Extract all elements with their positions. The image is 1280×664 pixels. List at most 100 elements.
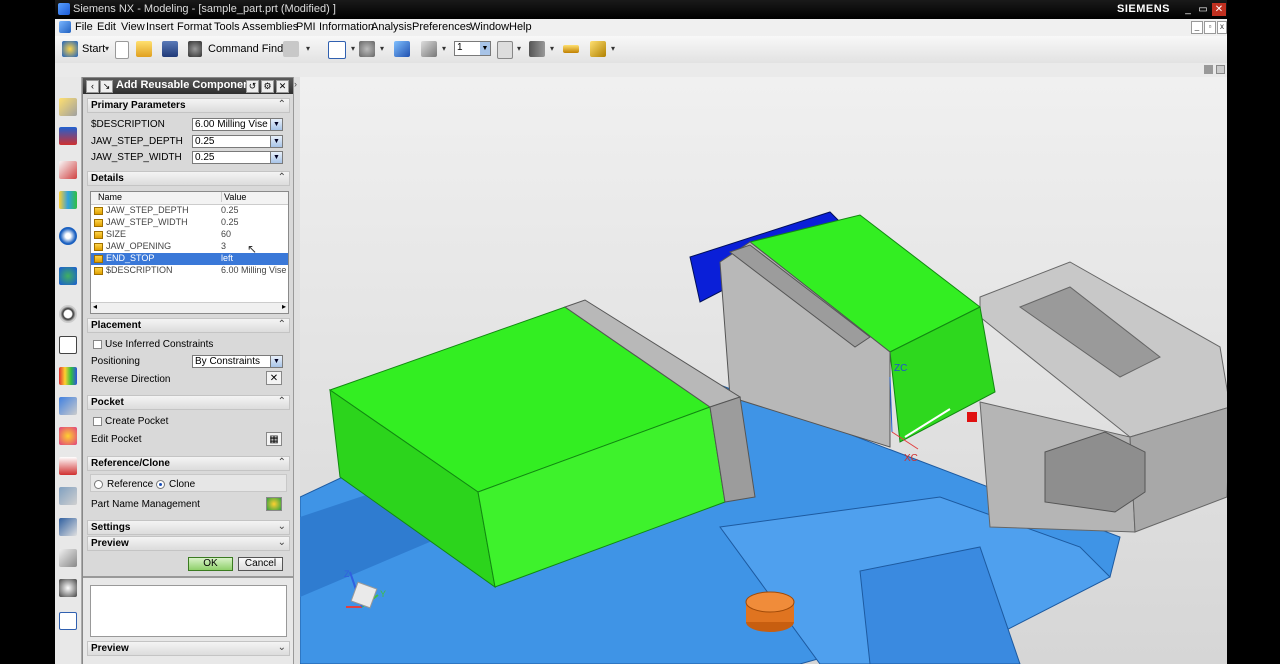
menu-edit[interactable]: Edit <box>97 21 116 33</box>
use-inferred-checkbox[interactable] <box>93 340 102 349</box>
constraint-navigator-icon[interactable] <box>59 127 77 145</box>
scroll-left-icon[interactable]: ◂ <box>93 302 97 311</box>
scroll-right-icon[interactable]: ▸ <box>282 302 286 311</box>
value-column-header[interactable]: Value <box>221 192 246 202</box>
table-row[interactable]: $DESCRIPTION 6.00 Milling Vise <box>91 265 288 277</box>
start-icon[interactable] <box>62 41 78 57</box>
app-menu-icon[interactable] <box>59 21 71 33</box>
table-row-selected[interactable]: END_STOP left <box>91 253 288 265</box>
measure-icon[interactable] <box>563 45 579 53</box>
dialog-reset-icon[interactable]: ↺ <box>246 80 259 93</box>
command-finder-label[interactable]: Command Finder <box>208 43 293 55</box>
preview-header[interactable]: Preview ⌄ <box>87 536 290 551</box>
dialog-settings-icon[interactable]: ⚙ <box>261 80 274 93</box>
table-row[interactable]: JAW_OPENING 3 <box>91 241 288 253</box>
name-column-header[interactable]: Name <box>98 192 122 202</box>
reference-radio[interactable] <box>94 480 103 489</box>
primary-parameters-header[interactable]: Primary Parameters ⌃ <box>87 98 290 113</box>
undo-icon[interactable] <box>283 41 299 57</box>
snap-point-icon[interactable] <box>529 41 545 57</box>
chevron-down-icon[interactable]: ▼ <box>270 136 282 147</box>
chevron-up-icon[interactable]: ⌃ <box>278 99 286 110</box>
jaw-step-depth-select[interactable]: 0.25 ▼ <box>192 135 283 148</box>
horizontal-scrollbar[interactable]: ◂ ▸ <box>91 302 288 313</box>
visualization-palette-icon[interactable] <box>59 367 77 385</box>
table-row[interactable]: SIZE 60 <box>91 229 288 241</box>
expand-arrow-icon[interactable]: › <box>294 79 297 89</box>
menu-pmi[interactable]: PMI <box>296 21 316 33</box>
menu-insert[interactable]: Insert <box>146 21 174 33</box>
chevron-down-icon[interactable]: ⌄ <box>278 521 286 532</box>
templates-icon[interactable] <box>59 336 77 354</box>
menu-information[interactable]: Information <box>319 21 374 33</box>
settings-header[interactable]: Settings ⌄ <box>87 520 290 535</box>
doc-restore-button[interactable]: ▫ <box>1204 21 1216 34</box>
reverse-direction-button[interactable]: ✕ <box>266 371 282 385</box>
chevron-down-icon[interactable]: ⌄ <box>278 642 286 653</box>
work-layer-select[interactable]: 1 ▼ <box>454 41 491 56</box>
knowledge-icon[interactable] <box>59 518 77 536</box>
chevron-up-icon[interactable]: ⌃ <box>278 396 286 407</box>
layer-dropdown-icon[interactable]: ▾ <box>517 44 521 53</box>
open-folder-icon[interactable] <box>136 41 152 57</box>
wcs-handle[interactable] <box>967 412 977 422</box>
clone-radio[interactable] <box>156 480 165 489</box>
dialog-close-icon[interactable]: ✕ <box>276 80 289 93</box>
edit-pocket-button[interactable]: ▦ <box>266 432 282 446</box>
toolbar-layout-icon[interactable] <box>1216 65 1225 74</box>
dialog-collapse-button[interactable]: ‹ <box>86 80 99 93</box>
table-row[interactable]: JAW_STEP_WIDTH 0.25 <box>91 217 288 229</box>
dialog-pin-icon[interactable]: ↘ <box>100 80 113 93</box>
menu-file[interactable]: File <box>75 21 93 33</box>
close-button[interactable]: ✕ <box>1212 3 1226 16</box>
palette-tools-icon[interactable] <box>59 549 77 567</box>
cancel-button[interactable]: Cancel <box>238 557 283 571</box>
snap-dropdown-icon[interactable]: ▾ <box>550 44 554 53</box>
maximize-button[interactable]: ▭ <box>1196 3 1210 16</box>
menu-tools[interactable]: Tools <box>214 21 240 33</box>
menu-window[interactable]: Window <box>470 21 509 33</box>
chevron-down-icon[interactable]: ▼ <box>270 152 282 163</box>
roles-icon[interactable] <box>59 427 77 445</box>
analysis-icon[interactable] <box>590 41 606 57</box>
fit-dropdown-icon[interactable]: ▾ <box>351 44 355 53</box>
doc-minimize-button[interactable]: _ <box>1191 21 1203 34</box>
layer-settings-icon[interactable] <box>497 41 513 59</box>
chevron-down-icon[interactable]: ▼ <box>270 119 282 130</box>
table-row[interactable]: JAW_STEP_DEPTH 0.25 <box>91 205 288 217</box>
settings-wheel-icon[interactable] <box>59 579 77 597</box>
render-style-icon[interactable] <box>359 41 375 57</box>
doc-close-button[interactable]: x <box>1217 21 1227 34</box>
clock-icon[interactable] <box>59 305 77 323</box>
details-header[interactable]: Details ⌃ <box>87 171 290 186</box>
jaw-step-width-select[interactable]: 0.25 ▼ <box>192 151 283 164</box>
reference-clone-header[interactable]: Reference/Clone ⌃ <box>87 456 290 471</box>
part-navigator-icon[interactable] <box>59 161 77 179</box>
menu-analysis[interactable]: Analysis <box>371 21 412 33</box>
render-dropdown-icon[interactable]: ▾ <box>380 44 384 53</box>
create-pocket-checkbox[interactable] <box>93 417 102 426</box>
undo-dropdown-icon[interactable]: ▾ <box>306 44 310 53</box>
start-menu-label[interactable]: Start <box>82 43 105 55</box>
chevron-down-icon[interactable]: ⌄ <box>278 537 286 548</box>
part-name-management-button[interactable] <box>266 497 282 511</box>
section-dropdown-icon[interactable]: ▾ <box>442 44 446 53</box>
chevron-up-icon[interactable]: ⌃ <box>278 319 286 330</box>
save-icon[interactable] <box>162 41 178 57</box>
chevron-up-icon[interactable]: ⌃ <box>278 172 286 183</box>
ok-button[interactable]: OK <box>188 557 233 571</box>
chevron-up-icon[interactable]: ⌃ <box>278 457 286 468</box>
description-select[interactable]: 6.00 Milling Vise ▼ <box>192 118 283 131</box>
placement-header[interactable]: Placement ⌃ <box>87 318 290 333</box>
minimize-button[interactable]: _ <box>1181 3 1195 16</box>
process-studio-icon[interactable] <box>59 457 77 475</box>
toolbar-option-icon[interactable] <box>1204 65 1213 74</box>
section-view-icon[interactable] <box>421 41 437 57</box>
command-finder-icon[interactable] <box>188 41 202 57</box>
menu-assemblies[interactable]: Assemblies <box>242 21 298 33</box>
web-browser-icon[interactable] <box>59 227 77 245</box>
start-dropdown-icon[interactable]: ▾ <box>105 44 109 53</box>
layout-icon[interactable] <box>59 612 77 630</box>
3d-model-view[interactable]: ZC XC Z Y <box>300 77 1227 664</box>
pocket-header[interactable]: Pocket ⌃ <box>87 395 290 410</box>
